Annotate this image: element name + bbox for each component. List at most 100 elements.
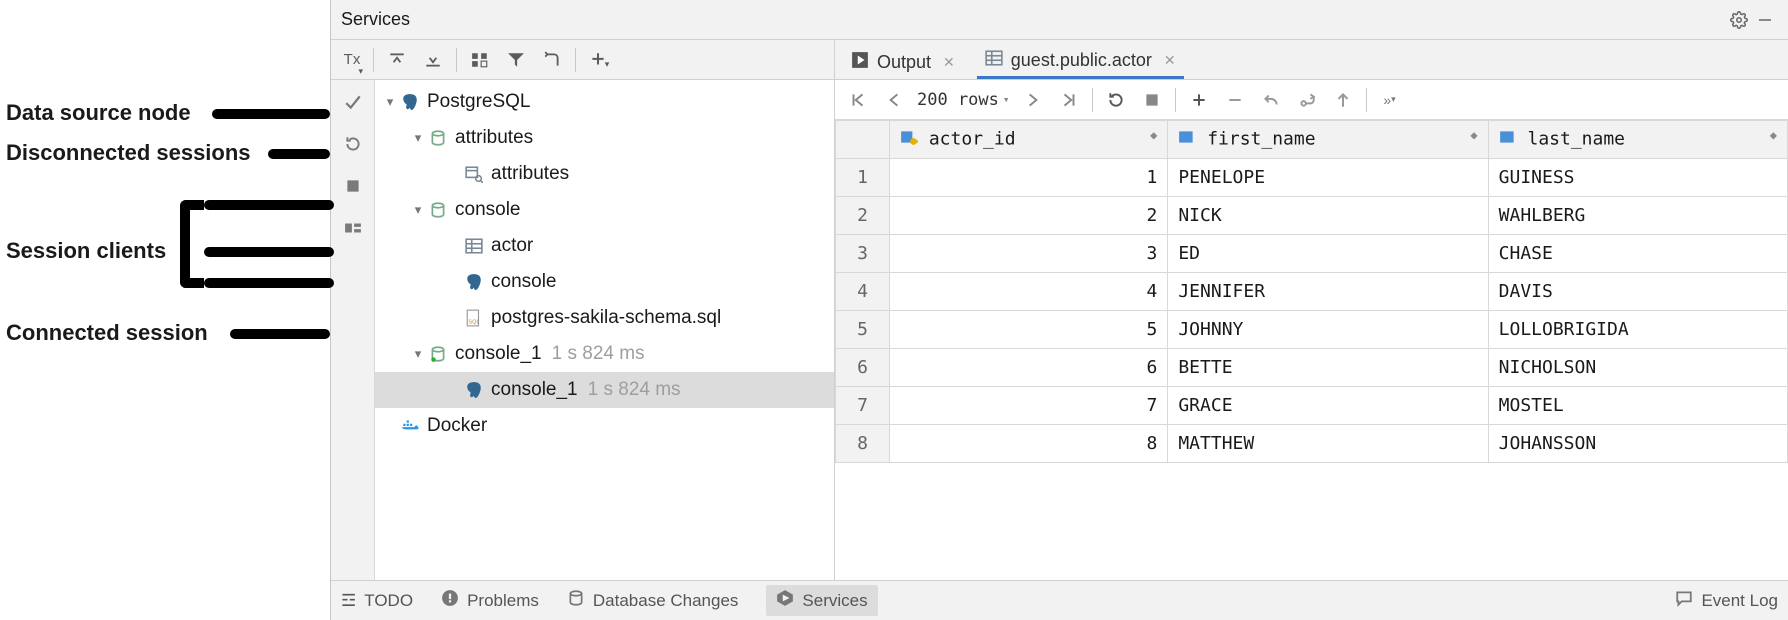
table-row[interactable]: 88MATTHEWJOHANSSON bbox=[836, 425, 1788, 463]
collapse-all-icon[interactable] bbox=[416, 45, 450, 75]
cell-actor-id[interactable]: 6 bbox=[890, 349, 1168, 387]
cell-last-name[interactable]: NICHOLSON bbox=[1488, 349, 1787, 387]
tree-node-attributes-session[interactable]: ▾ attributes bbox=[375, 120, 834, 156]
more-icon[interactable]: »▾ bbox=[1373, 85, 1407, 115]
postgres-icon bbox=[399, 91, 421, 113]
table-row[interactable]: 44JENNIFERDAVIS bbox=[836, 273, 1788, 311]
status-event-log[interactable]: Event Log bbox=[1675, 589, 1778, 612]
row-number: 1 bbox=[836, 159, 890, 197]
status-problems[interactable]: Problems bbox=[441, 589, 539, 612]
tab-data[interactable]: guest.public.actor ✕ bbox=[977, 45, 1184, 79]
table-row[interactable]: 55JOHNNYLOLLOBRIGIDA bbox=[836, 311, 1788, 349]
table-row[interactable]: 77GRACEMOSTEL bbox=[836, 387, 1788, 425]
add-icon[interactable]: ▾ bbox=[582, 45, 616, 75]
cell-first-name[interactable]: NICK bbox=[1168, 197, 1488, 235]
session-tree[interactable]: ▾ PostgreSQL ▾ attributes attrib bbox=[375, 80, 834, 580]
tree-node-postgresql[interactable]: ▾ PostgreSQL bbox=[375, 84, 834, 120]
gear-icon[interactable] bbox=[1726, 7, 1752, 33]
submit-icon[interactable] bbox=[1326, 85, 1360, 115]
cell-actor-id[interactable]: 3 bbox=[890, 235, 1168, 273]
cell-first-name[interactable]: BETTE bbox=[1168, 349, 1488, 387]
tree-time: 1 s 824 ms bbox=[588, 379, 681, 401]
tree-node-console-client[interactable]: console bbox=[375, 264, 834, 300]
tab-output[interactable]: Output ✕ bbox=[843, 45, 963, 79]
last-page-icon[interactable] bbox=[1052, 85, 1086, 115]
add-row-icon[interactable] bbox=[1182, 85, 1216, 115]
table-row[interactable]: 22NICKWAHLBERG bbox=[836, 197, 1788, 235]
cell-actor-id[interactable]: 8 bbox=[890, 425, 1168, 463]
layout-icon[interactable] bbox=[535, 45, 569, 75]
status-services[interactable]: Services bbox=[766, 585, 877, 616]
cell-actor-id[interactable]: 1 bbox=[890, 159, 1168, 197]
tree-node-sql-file[interactable]: SQL postgres-sakila-schema.sql bbox=[375, 300, 834, 336]
col-actor-id[interactable]: actor_id◆ bbox=[890, 121, 1168, 159]
col-last-name[interactable]: last_name◆ bbox=[1488, 121, 1787, 159]
minimize-icon[interactable] bbox=[1752, 7, 1778, 33]
postgres-icon bbox=[463, 379, 485, 401]
table-row[interactable]: 33EDCHASE bbox=[836, 235, 1788, 273]
cell-actor-id[interactable]: 7 bbox=[890, 387, 1168, 425]
row-number: 7 bbox=[836, 387, 890, 425]
check-icon[interactable] bbox=[339, 88, 367, 116]
cell-actor-id[interactable]: 2 bbox=[890, 197, 1168, 235]
cell-last-name[interactable]: GUINESS bbox=[1488, 159, 1787, 197]
cell-first-name[interactable]: MATTHEW bbox=[1168, 425, 1488, 463]
cell-last-name[interactable]: LOLLOBRIGIDA bbox=[1488, 311, 1787, 349]
tree-node-console-session[interactable]: ▾ console bbox=[375, 192, 834, 228]
layout2-icon[interactable] bbox=[339, 214, 367, 242]
cell-last-name[interactable]: JOHANSSON bbox=[1488, 425, 1787, 463]
status-todo[interactable]: ☲ TODO bbox=[341, 591, 413, 611]
tree-label: console_1 bbox=[491, 379, 578, 401]
undo-icon[interactable] bbox=[1254, 85, 1288, 115]
cell-last-name[interactable]: MOSTEL bbox=[1488, 387, 1787, 425]
stop-icon[interactable] bbox=[339, 172, 367, 200]
tree-node-actor[interactable]: actor bbox=[375, 228, 834, 264]
rows-selector[interactable]: 200 rows ▾ bbox=[913, 90, 1014, 110]
close-icon[interactable]: ✕ bbox=[943, 54, 955, 71]
first-page-icon[interactable] bbox=[841, 85, 875, 115]
tree-label: postgres-sakila-schema.sql bbox=[491, 307, 721, 329]
tree-node-console1-client[interactable]: console_1 1 s 824 ms bbox=[375, 372, 834, 408]
row-number: 6 bbox=[836, 349, 890, 387]
next-page-icon[interactable] bbox=[1016, 85, 1050, 115]
close-icon[interactable]: ✕ bbox=[1164, 52, 1176, 69]
cell-first-name[interactable]: GRACE bbox=[1168, 387, 1488, 425]
panel-title: Services bbox=[341, 9, 410, 30]
cell-last-name[interactable]: CHASE bbox=[1488, 235, 1787, 273]
col-first-name[interactable]: first_name◆ bbox=[1168, 121, 1488, 159]
cell-first-name[interactable]: JENNIFER bbox=[1168, 273, 1488, 311]
revert-icon[interactable] bbox=[339, 130, 367, 158]
cell-first-name[interactable]: ED bbox=[1168, 235, 1488, 273]
stop-icon[interactable] bbox=[1135, 85, 1169, 115]
tree-node-docker[interactable]: ▾ Docker bbox=[375, 408, 834, 444]
table-row[interactable]: 66BETTENICHOLSON bbox=[836, 349, 1788, 387]
row-number: 3 bbox=[836, 235, 890, 273]
table-icon bbox=[985, 49, 1003, 72]
status-db-changes[interactable]: Database Changes bbox=[567, 589, 739, 612]
commit-icon[interactable] bbox=[1290, 85, 1324, 115]
cell-first-name[interactable]: JOHNNY bbox=[1168, 311, 1488, 349]
cell-last-name[interactable]: WAHLBERG bbox=[1488, 197, 1787, 235]
expand-all-icon[interactable] bbox=[380, 45, 414, 75]
list-icon: ☲ bbox=[341, 591, 356, 611]
reload-icon[interactable] bbox=[1099, 85, 1133, 115]
group-icon[interactable] bbox=[463, 45, 497, 75]
data-grid[interactable]: actor_id◆ first_name◆ last_name◆ bbox=[835, 120, 1788, 580]
column-icon bbox=[1499, 128, 1517, 151]
filter-icon[interactable] bbox=[499, 45, 533, 75]
panel-header: Services bbox=[331, 0, 1788, 40]
tx-button[interactable]: Tx ▾ bbox=[337, 45, 367, 75]
cell-last-name[interactable]: DAVIS bbox=[1488, 273, 1787, 311]
tree-node-console1-session[interactable]: ▾ console_1 1 s 824 ms bbox=[375, 336, 834, 372]
cell-actor-id[interactable]: 5 bbox=[890, 311, 1168, 349]
cell-first-name[interactable]: PENELOPE bbox=[1168, 159, 1488, 197]
prev-page-icon[interactable] bbox=[877, 85, 911, 115]
tree-label: console_1 bbox=[455, 343, 542, 365]
tree-node-attributes-client[interactable]: attributes bbox=[375, 156, 834, 192]
cell-actor-id[interactable]: 4 bbox=[890, 273, 1168, 311]
table-row[interactable]: 11PENELOPEGUINESS bbox=[836, 159, 1788, 197]
postgres-icon bbox=[463, 271, 485, 293]
annotation-connected-session: Connected session bbox=[6, 320, 208, 345]
tree-toolbar: Tx ▾ ▾ bbox=[331, 40, 834, 80]
remove-row-icon[interactable] bbox=[1218, 85, 1252, 115]
